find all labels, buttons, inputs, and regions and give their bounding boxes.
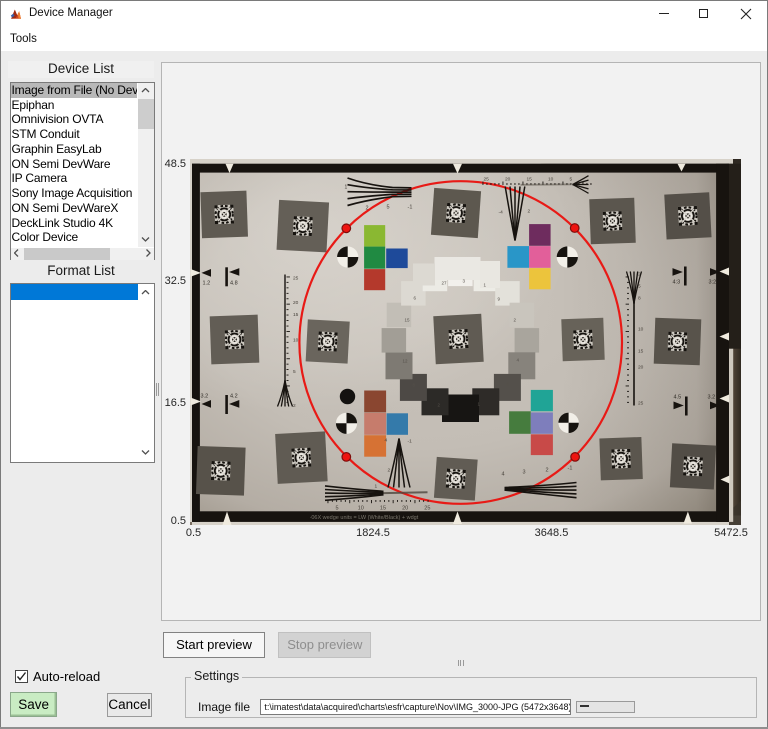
svg-text:3:2: 3:2 xyxy=(708,279,716,285)
svg-text:2: 2 xyxy=(365,205,368,211)
svg-text:1: 1 xyxy=(344,184,347,190)
svg-text:25: 25 xyxy=(483,176,489,182)
svg-text:-1: -1 xyxy=(567,465,572,471)
svg-text:8: 8 xyxy=(638,295,641,301)
svg-text:5: 5 xyxy=(638,283,641,289)
svg-text:1: 1 xyxy=(374,483,377,489)
svg-text:4:3: 4:3 xyxy=(672,279,680,285)
svg-text:20: 20 xyxy=(293,300,299,306)
svg-text:10: 10 xyxy=(293,337,299,343)
svg-text:-4: -4 xyxy=(498,209,503,215)
svg-text:12: 12 xyxy=(402,358,408,363)
svg-text:5: 5 xyxy=(386,204,389,210)
svg-text:4.5: 4.5 xyxy=(673,394,681,400)
svg-text:2: 2 xyxy=(638,271,641,277)
svg-text:5: 5 xyxy=(569,176,572,182)
svg-text:27: 27 xyxy=(441,280,447,285)
svg-text:25: 25 xyxy=(424,505,430,511)
svg-text:25: 25 xyxy=(638,400,644,406)
svg-text:15: 15 xyxy=(293,312,299,318)
svg-text:20: 20 xyxy=(402,505,408,511)
svg-text:-1: -1 xyxy=(407,204,412,210)
svg-text:25: 25 xyxy=(293,275,299,281)
svg-text:15: 15 xyxy=(379,505,385,511)
svg-text:4: 4 xyxy=(501,471,504,477)
svg-text:3.2: 3.2 xyxy=(200,393,208,399)
svg-text:2: 2 xyxy=(293,403,296,409)
svg-text:2: 2 xyxy=(387,467,390,473)
svg-text:2: 2 xyxy=(527,208,530,214)
svg-text:4.2: 4.2 xyxy=(230,393,238,399)
svg-text:10: 10 xyxy=(357,505,363,511)
svg-text:5: 5 xyxy=(335,505,338,511)
svg-text:3.2: 3.2 xyxy=(707,394,715,400)
svg-text:-1: -1 xyxy=(407,438,412,444)
svg-text:20: 20 xyxy=(638,364,644,370)
svg-text:2: 2 xyxy=(545,467,548,473)
svg-text:20: 20 xyxy=(505,176,511,182)
svg-text:10: 10 xyxy=(548,176,554,182)
svg-text:·06X wedge units = LW (White/B: ·06X wedge units = LW (White/Black) + wd… xyxy=(309,515,418,521)
svg-text:1.2: 1.2 xyxy=(202,280,210,286)
svg-text:4.8: 4.8 xyxy=(230,280,238,286)
svg-text:10: 10 xyxy=(638,326,644,332)
svg-text:15: 15 xyxy=(404,317,410,322)
svg-text:15: 15 xyxy=(526,176,532,182)
svg-text:4: 4 xyxy=(384,437,387,443)
svg-text:15: 15 xyxy=(638,348,644,354)
svg-text:3: 3 xyxy=(522,469,525,475)
svg-text:5: 5 xyxy=(293,369,296,375)
